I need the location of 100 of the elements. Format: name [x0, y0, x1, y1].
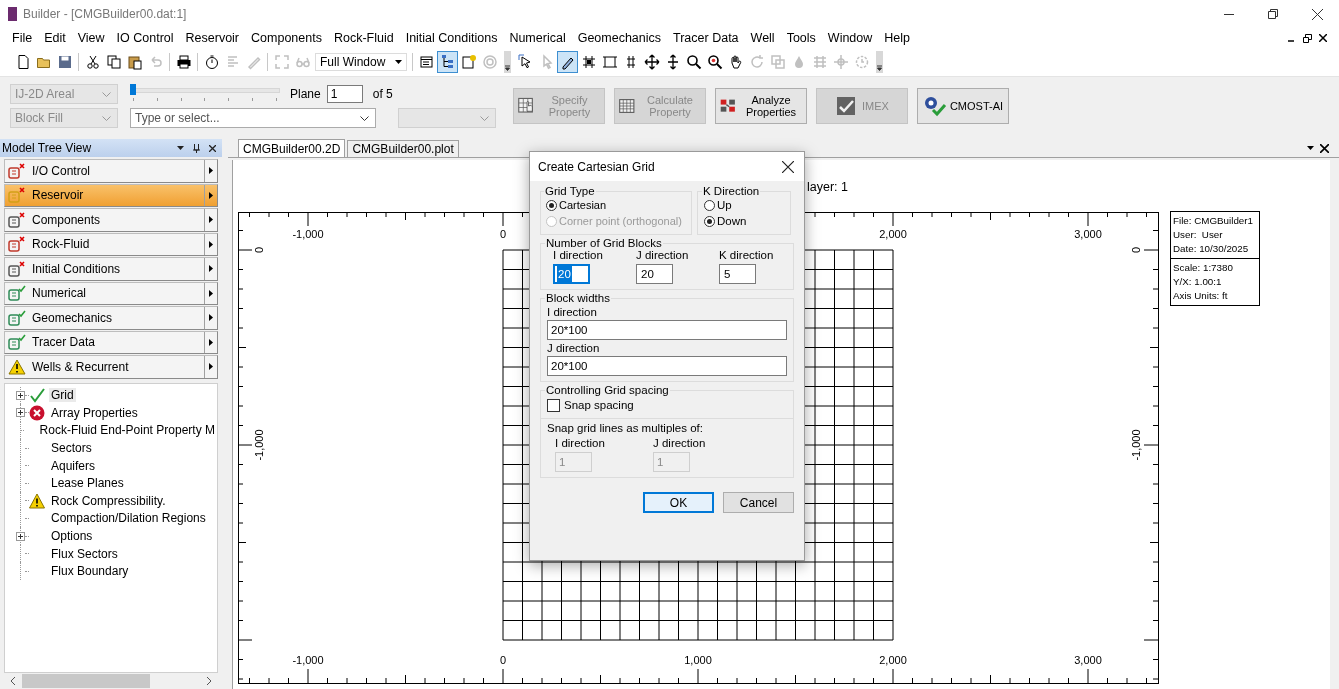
text-field[interactable]: 20	[636, 264, 673, 284]
field-value: 20	[557, 266, 572, 282]
caret-icon[interactable]	[209, 167, 213, 175]
overflow-icon[interactable]	[504, 51, 511, 73]
caret-icon[interactable]	[209, 191, 213, 199]
dropdown-icon[interactable]	[177, 146, 184, 150]
caret-icon[interactable]	[209, 363, 213, 371]
nav-button[interactable]: Tracer Data	[4, 330, 218, 354]
action-button[interactable]: CMOST-AI	[917, 88, 1009, 124]
caret-icon[interactable]	[209, 240, 213, 248]
window-title: Builder - [CMGBuilder00.dat:1]	[23, 7, 187, 21]
info-line: Axis Units: ft	[1173, 289, 1229, 303]
text-field[interactable]: 20*100	[547, 356, 787, 376]
field-label: J direction	[547, 342, 601, 354]
menu-item[interactable]: Geomechanics	[571, 28, 668, 48]
text-field[interactable]: 20*100	[547, 320, 787, 340]
field-label: J direction	[653, 437, 707, 449]
menu-item[interactable]: View	[71, 28, 111, 48]
info-line: Date: 10/30/2025	[1173, 242, 1250, 256]
radio-button[interactable]	[546, 199, 557, 211]
app-icon	[8, 7, 17, 21]
dropdown-icon[interactable]	[1307, 146, 1314, 150]
nav-button[interactable]: Components	[4, 208, 218, 232]
tree-item[interactable]: Flux Sectors	[49, 546, 120, 561]
axis-label: 0	[1130, 246, 1142, 254]
close-icon[interactable]	[1320, 143, 1329, 153]
tree-item[interactable]: Compaction/Dilation Regions	[49, 511, 208, 526]
close-icon[interactable]	[1311, 8, 1323, 20]
expand-icon[interactable]	[16, 390, 25, 400]
nav-button[interactable]: Reservoir	[4, 183, 218, 207]
menu-item[interactable]: File	[6, 28, 39, 48]
tree-item[interactable]: Aquifers	[49, 458, 98, 473]
caret-icon[interactable]	[209, 314, 213, 322]
expand-icon[interactable]	[16, 531, 25, 541]
text-field[interactable]: 5	[719, 264, 756, 284]
tree-item[interactable]: Sectors	[49, 441, 94, 456]
caret-icon[interactable]	[209, 338, 213, 346]
caret-icon[interactable]	[395, 60, 402, 64]
radio-button[interactable]	[704, 215, 715, 227]
caret-icon[interactable]	[209, 265, 213, 273]
group-title: Controlling Grid spacing	[545, 384, 670, 396]
tree-item[interactable]: Lease Planes	[49, 476, 126, 491]
module-cross-icon	[8, 236, 26, 253]
cancel-button[interactable]: Cancel	[723, 492, 794, 513]
ok-button[interactable]: OK	[643, 492, 714, 513]
close-icon[interactable]	[1319, 34, 1327, 42]
menu-item[interactable]: Numerical	[503, 28, 572, 48]
menu-item[interactable]: Components	[245, 28, 328, 48]
overflow-icon[interactable]	[876, 51, 883, 73]
document-tab[interactable]: CMGBuilder00.plot	[347, 140, 459, 157]
nav-button[interactable]: Wells & Recurrent	[4, 355, 218, 379]
menu-item[interactable]: Rock-Fluid	[327, 28, 400, 48]
nav-button[interactable]: I/O Control	[4, 159, 218, 183]
axis-label: 2,000	[879, 228, 907, 240]
nav-button[interactable]: Numerical	[4, 281, 218, 305]
plane-slider[interactable]	[130, 84, 280, 104]
tree-item[interactable]: Flux Boundary	[49, 564, 131, 579]
nav-button[interactable]: Rock-Fluid	[4, 232, 218, 256]
menu-item[interactable]: Initial Conditions	[399, 28, 504, 48]
document-tab[interactable]: CMGBuilder00.2D	[238, 139, 346, 157]
restore-icon[interactable]	[1268, 9, 1278, 19]
axis-label: 0	[499, 654, 507, 666]
checkbox[interactable]	[547, 398, 560, 412]
chevron-right-icon[interactable]	[206, 677, 212, 685]
menu-item[interactable]: IO Control	[110, 28, 180, 48]
info-line: Scale: 1:7380	[1173, 261, 1234, 275]
tree-item[interactable]: Grid	[49, 388, 76, 403]
module-cross-icon	[8, 187, 26, 204]
tree-item[interactable]: Array Properties	[49, 405, 140, 420]
expand-icon[interactable]	[16, 408, 25, 418]
nav-button[interactable]: Geomechanics	[4, 306, 218, 330]
warning-icon	[29, 492, 45, 509]
property-combo[interactable]: Type or select...	[130, 108, 376, 128]
menu-item[interactable]: Edit	[38, 28, 72, 48]
menu-item[interactable]: Window	[821, 28, 879, 48]
radio-button[interactable]	[704, 199, 715, 211]
zoom-dropdown[interactable]: Full Window	[315, 53, 407, 71]
close-icon[interactable]	[782, 160, 794, 173]
menu-item[interactable]: Help	[878, 28, 917, 48]
action-button[interactable]: Analyze Properties	[715, 88, 807, 124]
plane-field[interactable]: 1	[326, 85, 363, 103]
menu-item[interactable]: Tools	[780, 28, 822, 48]
text-field[interactable]: 20	[553, 264, 590, 284]
target-check-icon[interactable]	[922, 95, 947, 117]
chevron-icon[interactable]	[360, 115, 369, 121]
nav-button[interactable]: Initial Conditions	[4, 257, 218, 281]
tree-item[interactable]: Rock Compressibility.	[49, 493, 168, 508]
tree-item[interactable]: Rock-Fluid End-Point Property M	[37, 423, 217, 438]
pin-icon[interactable]	[193, 143, 200, 153]
tree-item[interactable]: Options	[49, 529, 95, 544]
caret-icon[interactable]	[209, 216, 213, 224]
axis-label: 1,000	[684, 654, 712, 666]
restore-icon[interactable]	[1303, 33, 1312, 43]
info-line: User: User	[1173, 228, 1224, 242]
close-icon[interactable]	[209, 144, 216, 152]
chevron-left-icon[interactable]	[10, 677, 16, 685]
menu-item[interactable]: Well	[744, 28, 781, 48]
menu-item[interactable]: Reservoir	[179, 28, 246, 48]
menu-item[interactable]: Tracer Data	[667, 28, 745, 48]
caret-icon[interactable]	[209, 289, 213, 297]
